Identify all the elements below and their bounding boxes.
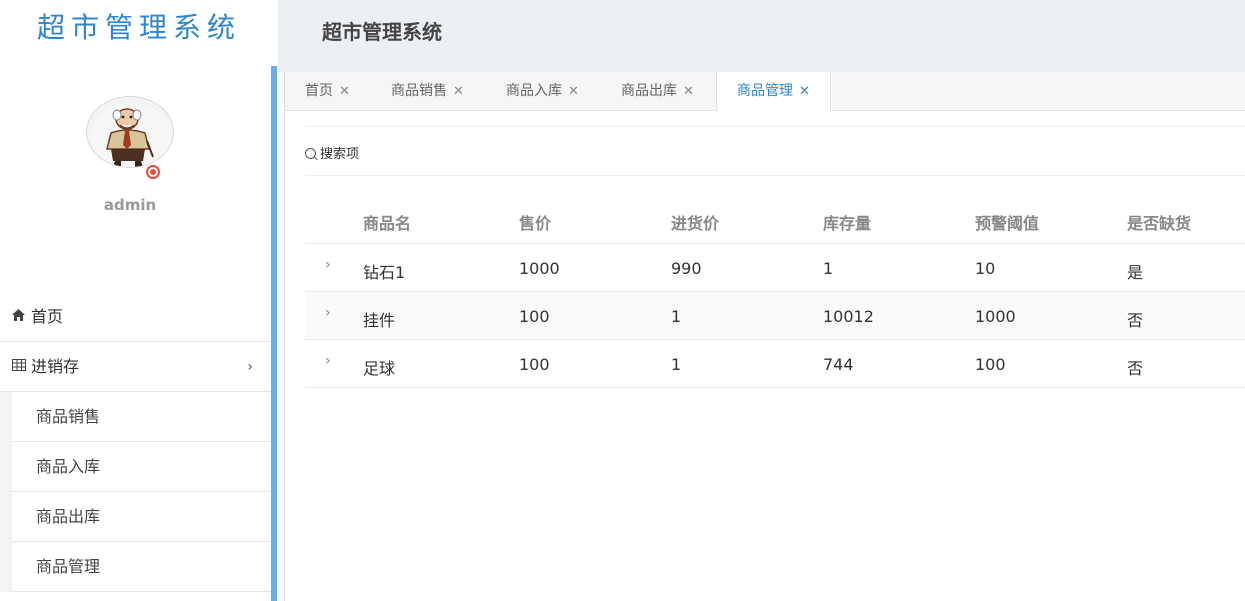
tab-product-management[interactable]: 商品管理 ✕ <box>716 72 831 112</box>
page-title: 超市管理系统 <box>322 20 442 44</box>
tab-stock-in[interactable]: 商品入库 ✕ <box>506 72 579 111</box>
sidebar: 超市管理系统 admin 首页 进销存 › 商品销售 商品入库 商品出库 商品管… <box>0 0 278 601</box>
status-dot-icon <box>146 165 160 179</box>
cell-name: 钻石1 <box>363 263 406 282</box>
home-icon <box>12 293 28 343</box>
main-content: 首页 ✕ 商品销售 ✕ 商品入库 ✕ 商品出库 ✕ 商品管理 ✕ 搜索项 商品名 售价 <box>284 72 1245 601</box>
sidebar-item-label: 首页 <box>31 307 64 326</box>
sidebar-subitem-stock-in[interactable]: 商品入库 <box>12 442 271 492</box>
close-icon[interactable]: ✕ <box>799 84 810 99</box>
search-icon <box>305 148 316 159</box>
chevron-right-icon: › <box>247 359 253 375</box>
table-row[interactable]: › 挂件 100 1 10012 1000 否 <box>305 292 1245 340</box>
tab-bar: 首页 ✕ 商品销售 ✕ 商品入库 ✕ 商品出库 ✕ 商品管理 ✕ <box>285 72 1245 112</box>
column-header: 库存量 <box>823 214 872 233</box>
cell-cost: 990 <box>671 259 702 278</box>
column-header: 售价 <box>519 214 552 233</box>
user-avatar-icon <box>91 103 171 167</box>
column-header: 进货价 <box>671 214 720 233</box>
close-icon[interactable]: ✕ <box>683 84 694 99</box>
search-toggle[interactable]: 搜索项 <box>305 143 359 162</box>
table-icon <box>12 343 28 393</box>
tab-stock-out[interactable]: 商品出库 ✕ <box>621 72 694 111</box>
app-root: 超市管理系统 admin 首页 进销存 › 商品销售 商品入库 商品出库 商品管… <box>0 0 1245 601</box>
app-logo[interactable]: 超市管理系统 <box>0 0 278 60</box>
column-header: 是否缺货 <box>1127 214 1192 233</box>
search-label: 搜索项 <box>320 147 360 162</box>
cell-name: 挂件 <box>363 311 396 330</box>
cell-out-of-stock: 否 <box>1127 359 1144 378</box>
cell-stock: 744 <box>823 355 854 374</box>
sidebar-subitem-sales[interactable]: 商品销售 <box>12 392 271 442</box>
sidebar-submenu: 商品销售 商品入库 商品出库 商品管理 <box>0 392 271 592</box>
sidebar-nav: 首页 进销存 › 商品销售 商品入库 商品出库 商品管理 <box>0 292 271 592</box>
sidebar-item-label: 进销存 <box>31 357 80 376</box>
sidebar-subitem-product-management[interactable]: 商品管理 <box>12 542 271 592</box>
top-header: 超市管理系统 <box>278 0 1245 72</box>
tab-label: 商品出库 <box>621 83 677 99</box>
expand-row-icon[interactable]: › <box>325 353 331 369</box>
username: admin <box>103 196 157 214</box>
tab-label: 商品销售 <box>391 83 447 99</box>
cell-price: 1000 <box>519 259 560 278</box>
cell-name: 足球 <box>363 359 396 378</box>
cell-threshold: 100 <box>975 355 1006 374</box>
sidebar-subitem-stock-out[interactable]: 商品出库 <box>12 492 271 542</box>
tab-home[interactable]: 首页 ✕ <box>305 72 350 111</box>
cell-stock: 10012 <box>823 307 874 326</box>
sidebar-item-home[interactable]: 首页 <box>0 292 271 342</box>
cell-price: 100 <box>519 355 550 374</box>
sidebar-accent-bar <box>271 66 277 601</box>
column-header: 商品名 <box>363 214 412 233</box>
close-icon[interactable]: ✕ <box>453 84 464 99</box>
search-panel: 搜索项 <box>305 126 1245 176</box>
close-icon[interactable]: ✕ <box>339 84 350 99</box>
tab-sales[interactable]: 商品销售 ✕ <box>391 72 464 111</box>
table-row[interactable]: › 足球 100 1 744 100 否 <box>305 340 1245 388</box>
table-header: 商品名 售价 进货价 库存量 预警阈值 是否缺货 <box>305 196 1245 244</box>
cell-cost: 1 <box>671 307 682 326</box>
column-header: 预警阈值 <box>975 214 1040 233</box>
sidebar-item-inventory[interactable]: 进销存 › <box>0 342 271 392</box>
tab-label: 商品入库 <box>506 83 562 99</box>
cell-threshold: 1000 <box>975 307 1016 326</box>
cell-out-of-stock: 是 <box>1127 263 1144 282</box>
expand-row-icon[interactable]: › <box>325 305 331 321</box>
close-icon[interactable]: ✕ <box>568 84 579 99</box>
cell-stock: 1 <box>823 259 834 278</box>
product-table: 商品名 售价 进货价 库存量 预警阈值 是否缺货 › 钻石1 1000 990 … <box>305 196 1245 388</box>
tab-label: 商品管理 <box>737 83 793 99</box>
cell-price: 100 <box>519 307 550 326</box>
table-row[interactable]: › 钻石1 1000 990 1 10 是 <box>305 244 1245 292</box>
cell-out-of-stock: 否 <box>1127 311 1144 330</box>
cell-cost: 1 <box>671 355 682 374</box>
avatar[interactable] <box>86 96 174 168</box>
expand-row-icon[interactable]: › <box>325 257 331 273</box>
tab-label: 首页 <box>305 83 333 99</box>
cell-threshold: 10 <box>975 259 996 278</box>
